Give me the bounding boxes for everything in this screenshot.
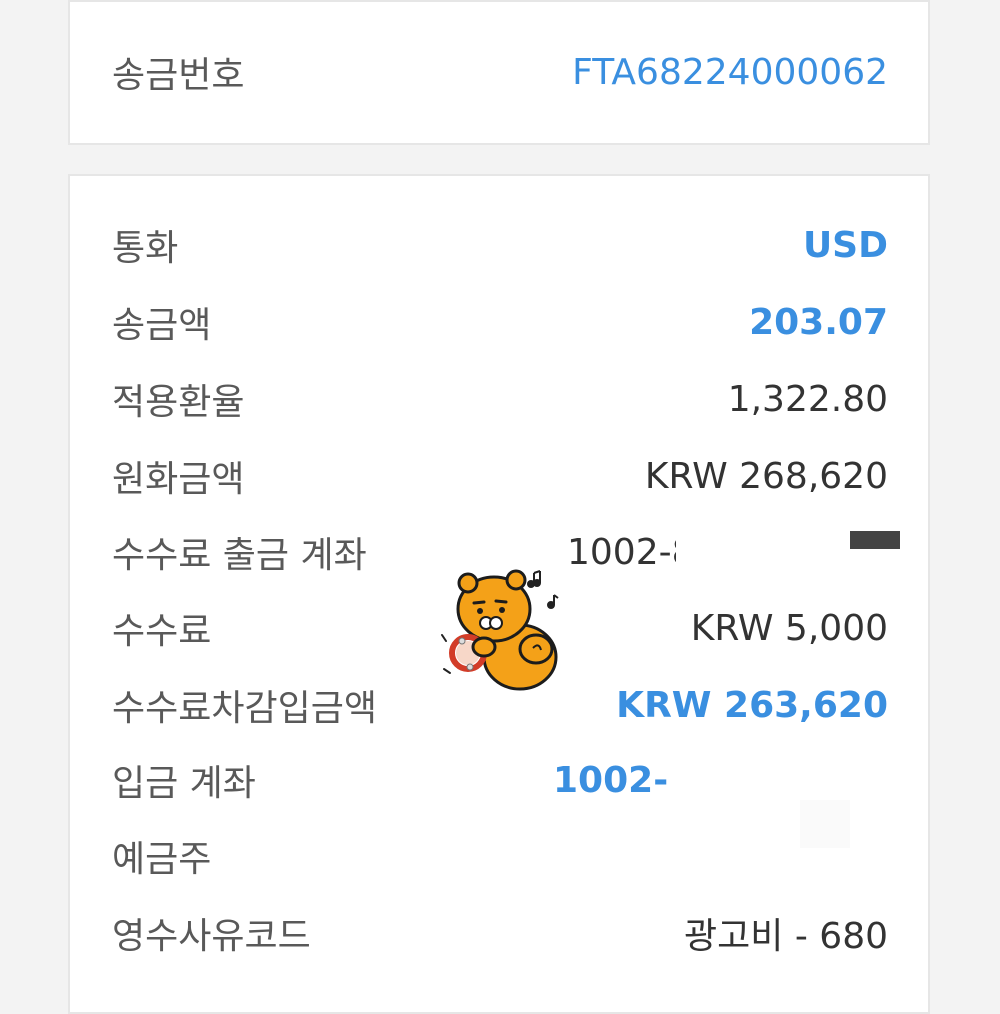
exchange-rate-label: 적용환율 — [112, 382, 245, 423]
net-deposit-value: KRW 263,620 — [616, 684, 888, 726]
redaction-block — [800, 800, 850, 848]
account-holder-label: 예금주 — [112, 839, 212, 880]
detail-row-account-holder: 예금주 — [112, 826, 888, 886]
redaction-block — [676, 528, 756, 574]
transfer-number-row: 송금번호 FTA68224000062 — [112, 42, 888, 102]
detail-row-currency: 통화 USD — [112, 215, 888, 275]
send-amount-label: 송금액 — [112, 305, 212, 346]
redaction-block-dark — [850, 531, 900, 549]
exchange-rate-value: 1,322.80 — [727, 378, 888, 420]
deposit-account-label: 입금 계좌 — [112, 763, 256, 804]
ryan-character-sticker-icon — [441, 569, 559, 691]
receipt-code-label: 영수사유코드 — [112, 916, 311, 957]
detail-row-receipt-code: 영수사유코드 광고비 - 680 — [112, 903, 888, 963]
transfer-number-label: 송금번호 — [112, 55, 245, 96]
currency-value: USD — [802, 224, 888, 266]
receipt-code-value: 광고비 - 680 — [684, 916, 888, 957]
krw-amount-value: KRW 268,620 — [644, 455, 888, 497]
detail-row-send-amount: 송금액 203.07 — [112, 292, 888, 352]
net-deposit-label: 수수료차감입금액 — [112, 688, 377, 729]
redaction-block — [668, 752, 848, 804]
detail-row-exchange-rate: 적용환율 1,322.80 — [112, 369, 888, 429]
detail-row-krw-amount: 원화금액 KRW 268,620 — [112, 446, 888, 506]
fee-account-label: 수수료 출금 계좌 — [112, 535, 367, 576]
fee-label: 수수료 — [112, 611, 212, 652]
transfer-number-value: FTA68224000062 — [572, 51, 888, 93]
currency-label: 통화 — [112, 228, 179, 269]
fee-value: KRW 5,000 — [690, 607, 888, 649]
krw-amount-label: 원화금액 — [112, 459, 245, 500]
send-amount-value: 203.07 — [749, 301, 888, 343]
